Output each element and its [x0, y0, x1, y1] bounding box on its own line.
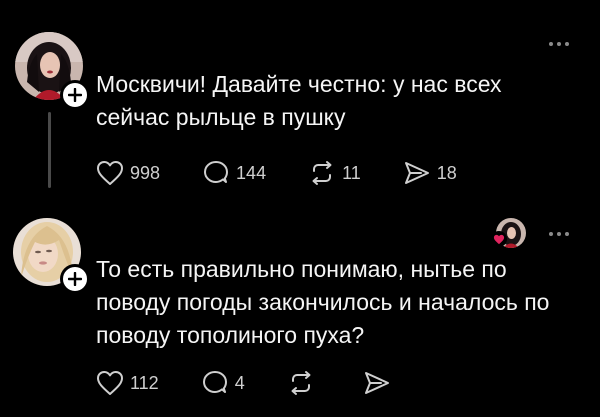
heart-icon: [97, 371, 123, 395]
comment-button[interactable]: 144: [202, 160, 266, 186]
follow-button[interactable]: [60, 264, 90, 294]
reply-post: То есть правильно понимаю, нытье по пово…: [0, 200, 600, 417]
more-dots-icon[interactable]: [548, 40, 570, 48]
send-icon: [364, 372, 389, 394]
follow-button[interactable]: [60, 80, 90, 110]
like-button[interactable]: 998: [96, 160, 160, 186]
comment-count: 4: [234, 372, 245, 393]
share-button[interactable]: [363, 370, 397, 396]
plus-icon: [68, 88, 82, 102]
post-text: Москвичи! Давайте честно: у нас всех сей…: [96, 71, 502, 130]
repost-count: 11: [342, 162, 361, 183]
repost-icon: [291, 371, 311, 395]
plus-icon: [68, 272, 82, 286]
like-count: 998: [130, 162, 161, 183]
post-text: То есть правильно понимаю, нытье по пово…: [96, 256, 550, 348]
thread-line: [48, 112, 51, 188]
like-button[interactable]: 112: [96, 370, 159, 396]
post-actions: 998 144 11 18: [96, 160, 499, 186]
repost-icon: [312, 161, 332, 185]
send-icon: [404, 162, 429, 184]
more-dots-icon[interactable]: [548, 230, 570, 238]
post-actions: 112 4: [96, 370, 439, 396]
heart-filled-icon: [493, 234, 505, 244]
comment-button[interactable]: 4: [201, 370, 245, 396]
share-button[interactable]: 18: [403, 160, 457, 186]
comment-bubble-icon: [204, 161, 229, 183]
comment-count: 144: [236, 162, 267, 183]
like-count: 112: [130, 372, 159, 393]
author-liked-badge: [491, 231, 507, 247]
comment-bubble-icon: [202, 371, 227, 393]
repost-button[interactable]: [287, 370, 321, 396]
heart-icon: [97, 161, 123, 185]
repost-button[interactable]: 11: [308, 160, 361, 186]
thread-post: Москвичи! Давайте честно: у нас всех сей…: [0, 0, 600, 200]
share-count: 18: [436, 162, 457, 183]
